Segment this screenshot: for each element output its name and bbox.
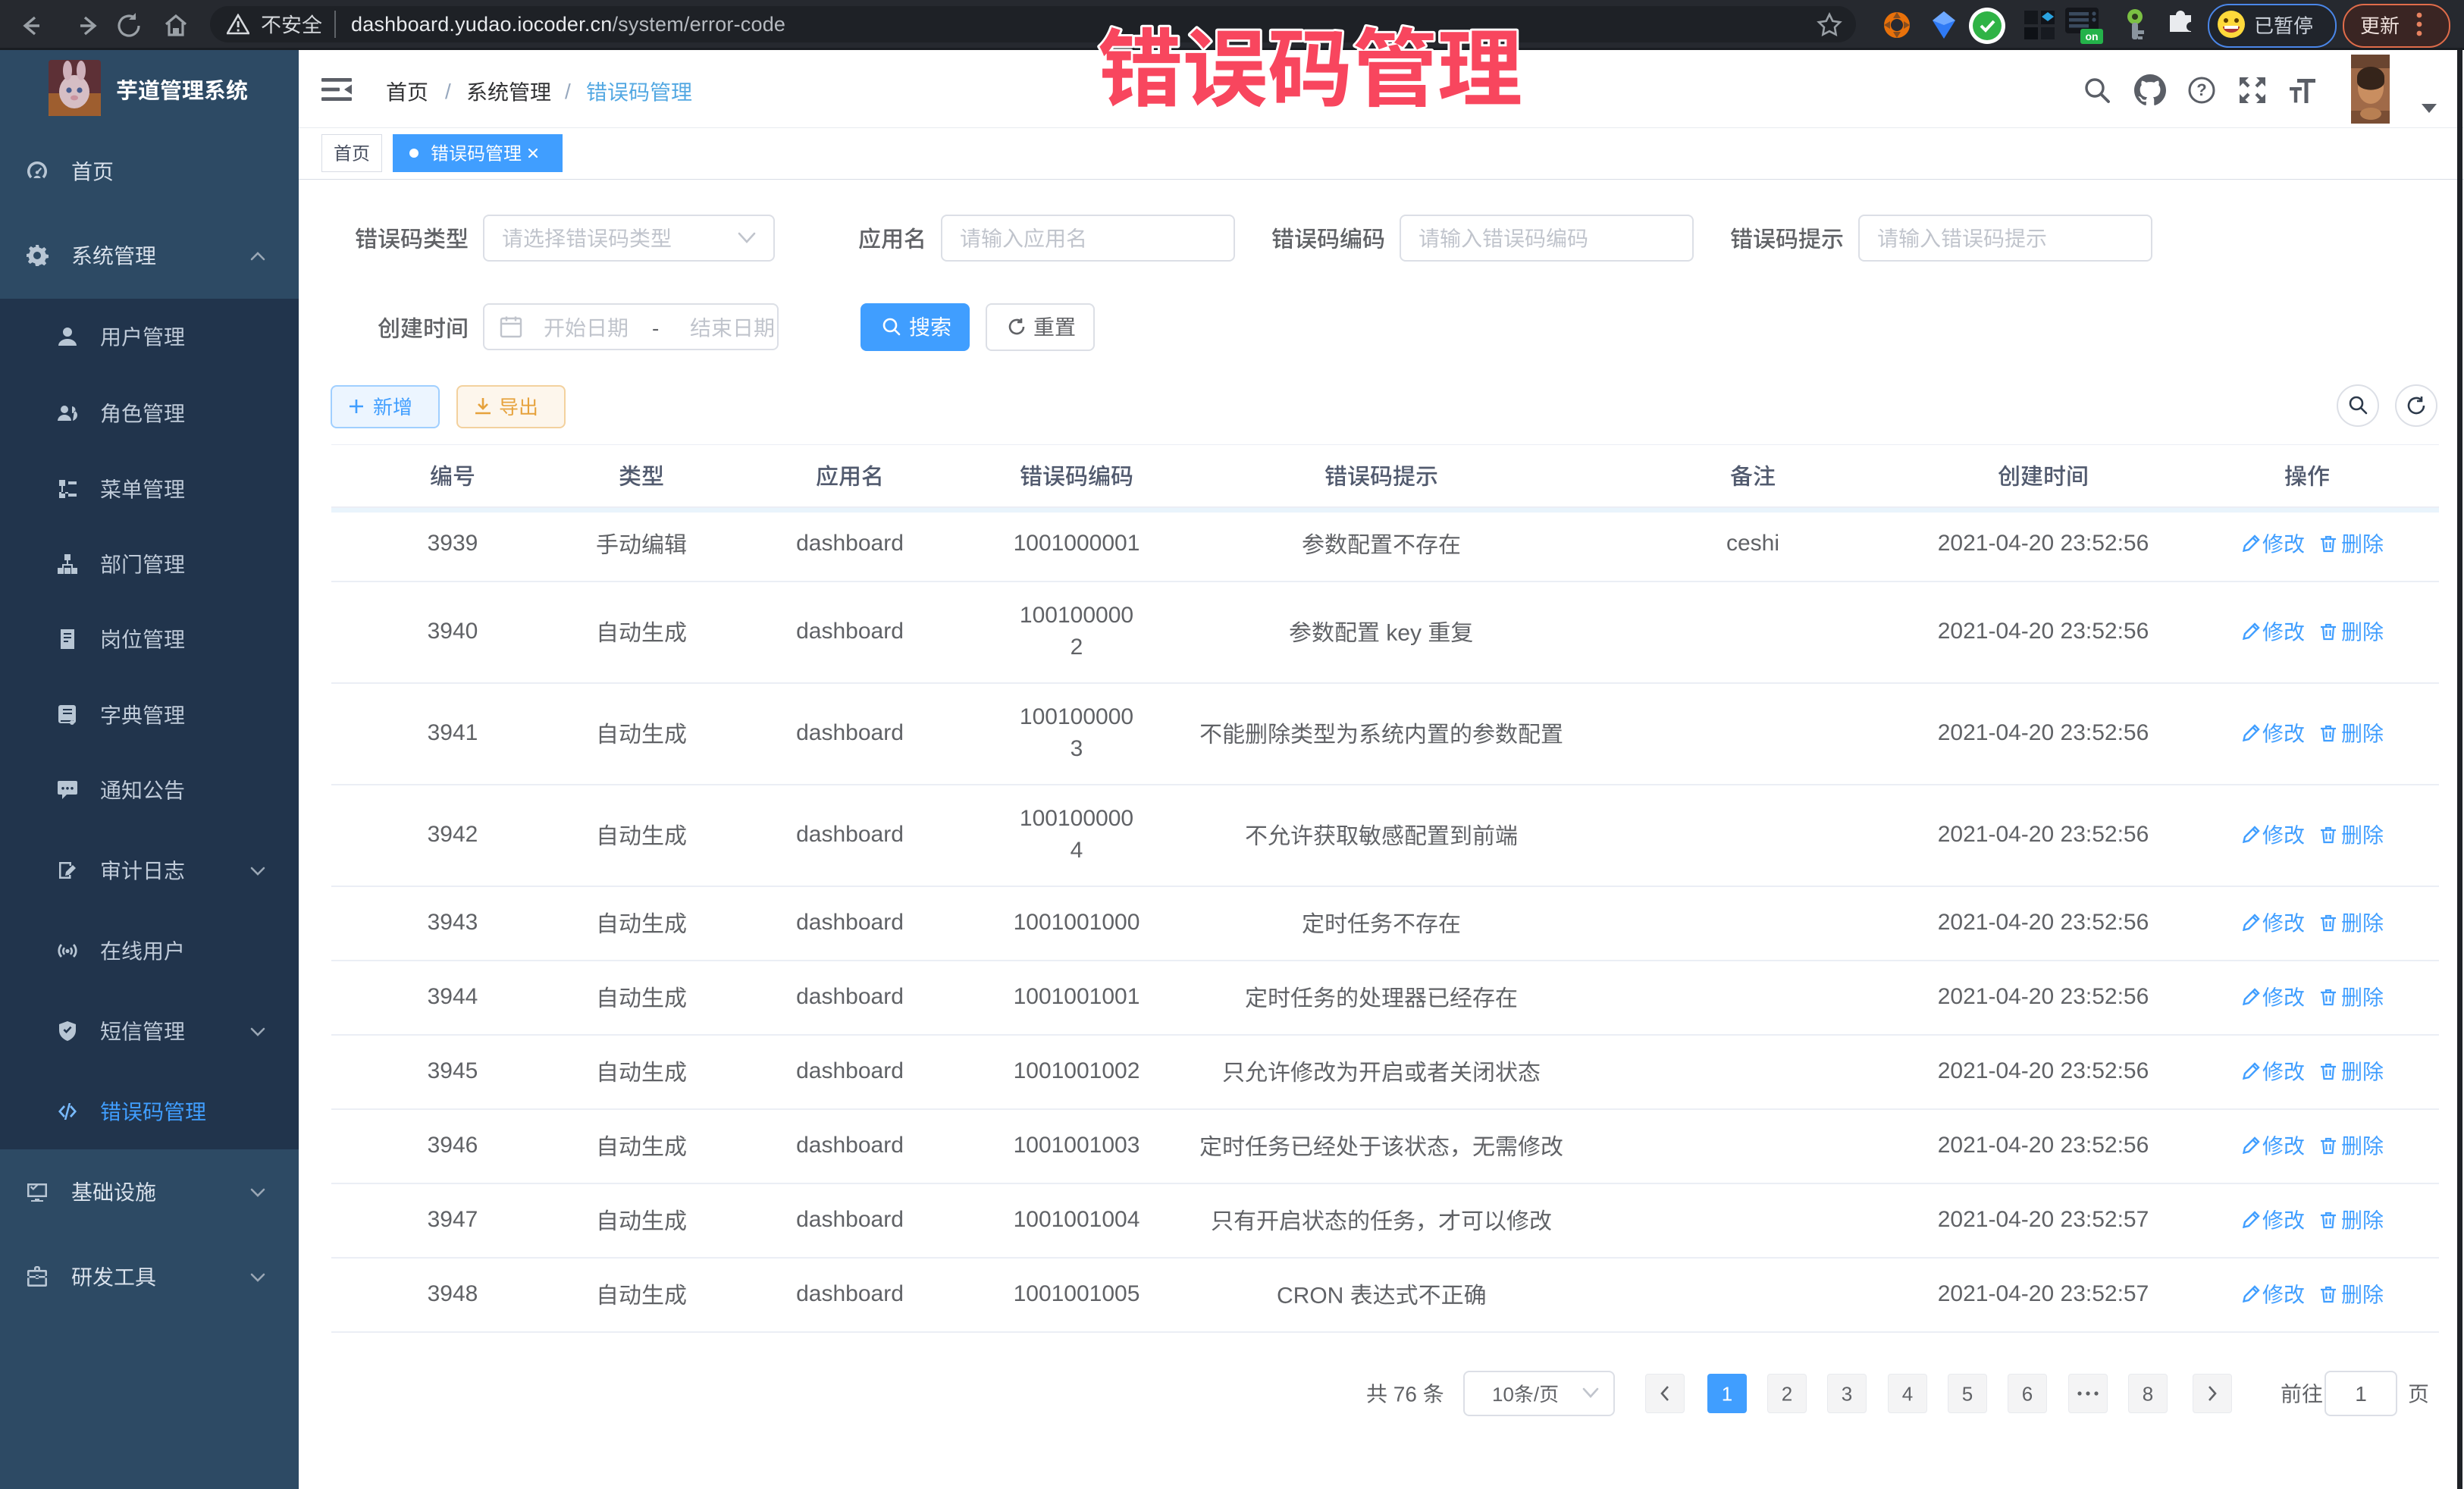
svg-text:on: on [2085, 30, 2098, 42]
svg-text:?: ? [2196, 80, 2206, 99]
